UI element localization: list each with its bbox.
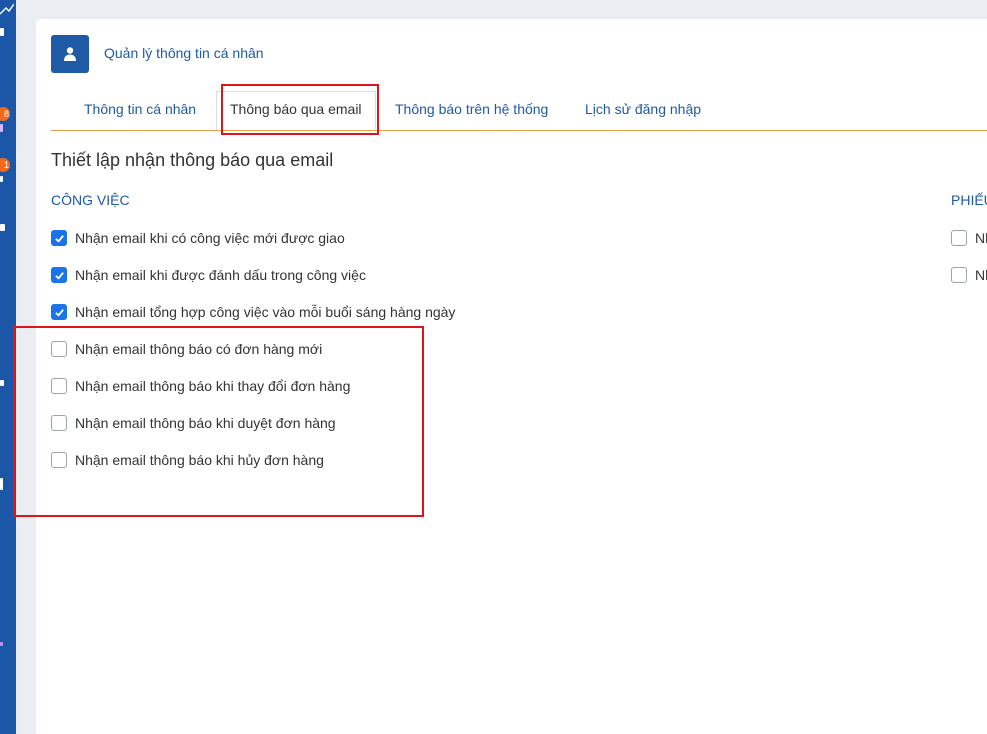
checkbox[interactable] [51, 230, 67, 246]
sidebar: 8 1 [0, 0, 16, 734]
option-row[interactable]: Nhận email thông báo khi hủy đơn hàng [51, 450, 324, 470]
group-label-work: CÔNG VIỆC [51, 192, 130, 208]
user-icon [51, 35, 89, 73]
document-icon[interactable] [0, 478, 3, 490]
tab-personal-info[interactable]: Thông tin cá nhân [84, 101, 196, 117]
section-title: Thiết lập nhận thông báo qua email [51, 150, 334, 170]
checkbox[interactable] [51, 304, 67, 320]
option-row[interactable]: Nhận email thông báo khi thay đổi đơn hà… [51, 376, 350, 396]
checkbox[interactable] [51, 415, 67, 431]
checkbox[interactable] [51, 341, 67, 357]
option-label: Nhận email thông báo khi duyệt đơn hàng [75, 415, 336, 431]
checkbox[interactable] [951, 230, 967, 246]
option-row[interactable]: Nhận email thông báo có đơn hàng mới [51, 339, 322, 359]
notification-badge: 1 [0, 158, 10, 172]
option-row[interactable]: Nhận email khi được đánh dấu trong công … [51, 265, 366, 285]
checkbox[interactable] [51, 452, 67, 468]
tab-system-notifications[interactable]: Thông báo trên hệ thống [395, 101, 548, 117]
checkbox[interactable] [51, 378, 67, 394]
option-label: Nh [975, 267, 987, 283]
option-label: Nhận email thông báo khi hủy đơn hàng [75, 452, 324, 468]
option-label: Nhận email khi có công việc mới được gia… [75, 230, 345, 246]
checkbox[interactable] [951, 267, 967, 283]
check-icon [54, 234, 64, 243]
menu-icon[interactable] [0, 176, 3, 182]
option-row[interactable]: Nhận email tổng hợp công việc vào mỗi bu… [51, 302, 455, 322]
checkbox[interactable] [51, 267, 67, 283]
check-icon [54, 308, 64, 317]
calendar-icon[interactable] [0, 224, 5, 231]
page-title: Quản lý thông tin cá nhân [104, 45, 264, 61]
chart-line-icon[interactable] [0, 2, 14, 16]
option-label: Nhận email khi được đánh dấu trong công … [75, 267, 366, 283]
option-row[interactable]: Nhận email thông báo khi duyệt đơn hàng [51, 413, 336, 433]
tab-login-history[interactable]: Lịch sử đăng nhập [585, 101, 701, 117]
check-icon [54, 271, 64, 280]
profile-card: Quản lý thông tin cá nhân Thông tin cá n… [36, 19, 987, 734]
option-row[interactable]: Nh [951, 265, 987, 285]
tab-bar: Thông tin cá nhân Thông báo qua email Th… [51, 91, 987, 131]
option-label: Nh [975, 230, 987, 246]
tab-email-notifications[interactable]: Thông báo qua email [230, 101, 362, 117]
option-label: Nhận email tổng hợp công việc vào mỗi bu… [75, 304, 456, 320]
help-icon[interactable] [0, 642, 3, 646]
menu-icon[interactable] [0, 28, 4, 36]
notification-badge: 8 [0, 107, 10, 121]
settings-icon[interactable] [0, 380, 4, 386]
option-label: Nhận email thông báo có đơn hàng mới [75, 341, 323, 357]
option-row[interactable]: Nhận email khi có công việc mới được gia… [51, 228, 345, 248]
menu-icon[interactable] [0, 124, 3, 132]
group-label-ticket: PHIẾU [951, 192, 987, 208]
option-label: Nhận email thông báo khi thay đổi đơn hà… [75, 378, 351, 394]
option-row[interactable]: Nh [951, 228, 987, 248]
